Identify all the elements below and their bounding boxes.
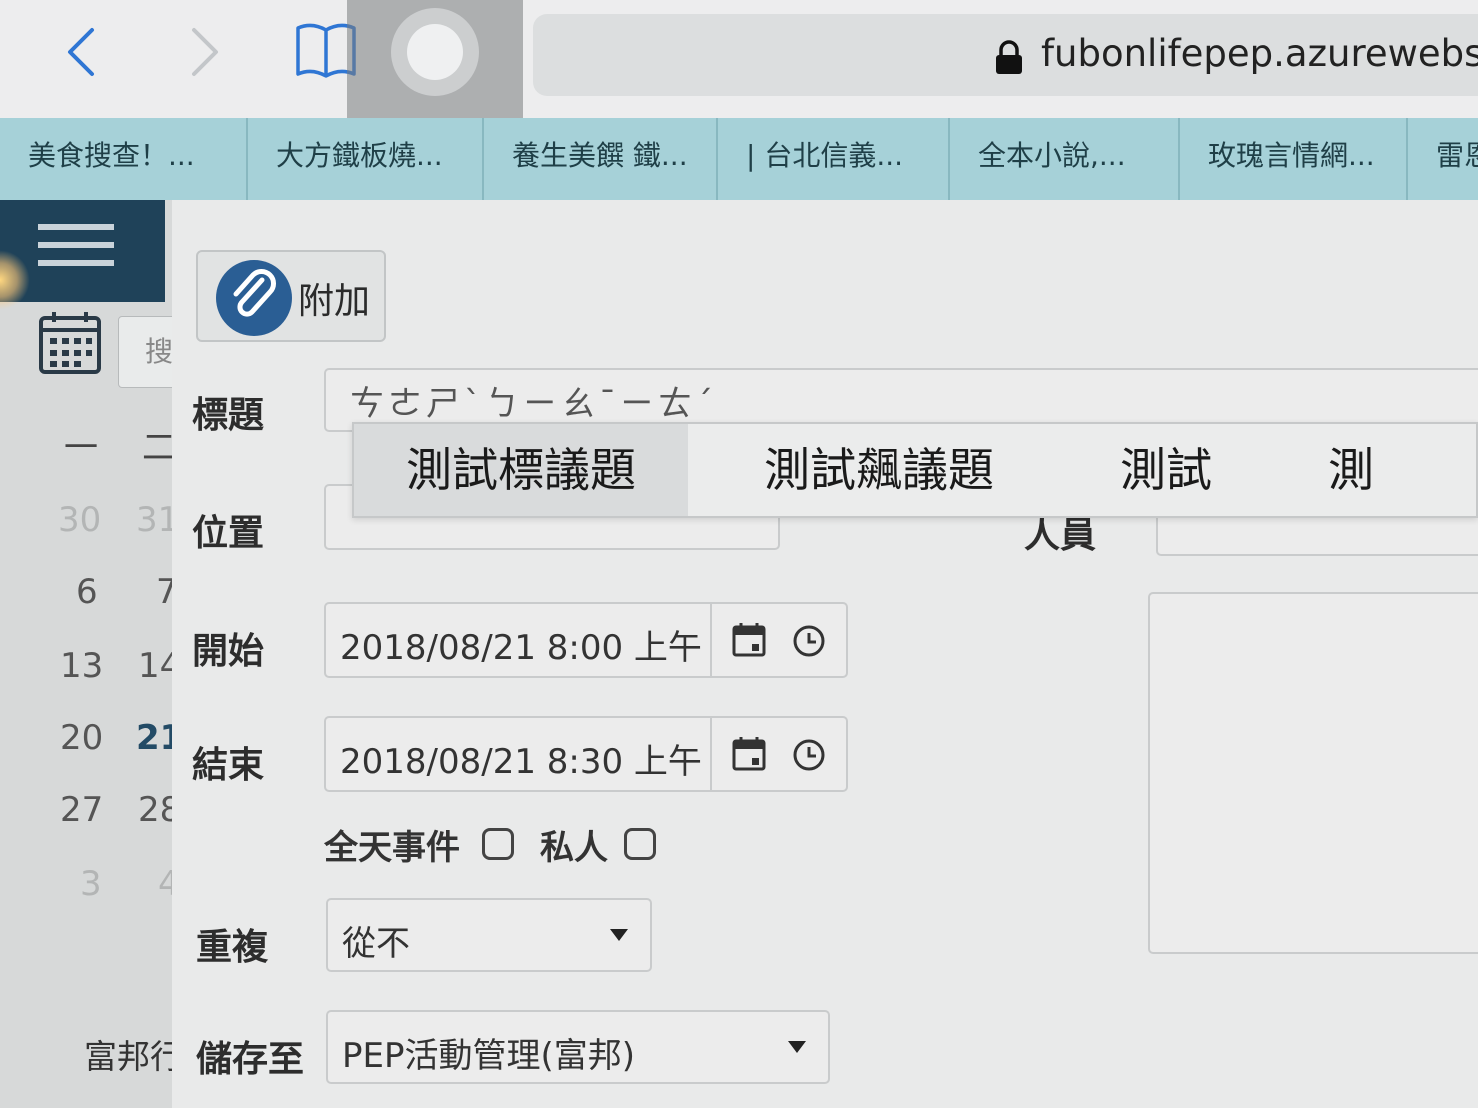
forward-icon[interactable]: [180, 22, 230, 82]
ime-candidate-selected[interactable]: 測試標議題: [354, 424, 688, 516]
assistive-touch-button[interactable]: [347, 0, 523, 136]
lock-icon: [996, 40, 1022, 74]
private-checkbox[interactable]: [624, 828, 656, 860]
save-to-value: PEP活動管理(富邦): [342, 1036, 636, 1076]
clock-icon[interactable]: [792, 624, 826, 658]
end-datetime-input[interactable]: 2018/08/21 8:30 上午: [324, 716, 848, 792]
calendar-day[interactable]: 13: [60, 646, 103, 686]
calendar-day[interactable]: 20: [60, 718, 103, 758]
bookmark-item[interactable]: 全本小說,...: [950, 118, 1180, 200]
end-label: 結束: [192, 745, 265, 786]
calendar-icon[interactable]: [732, 736, 766, 772]
calendar-day[interactable]: 6: [76, 572, 98, 612]
ime-composition-text: ㄘㄜㄕˋㄅㄧㄠˉㄧㄊˊ: [350, 384, 717, 424]
bookmarks-bar: 美食搜查！... 大方鐵板燒... 養生美饌 鐵... | 台北信義... 全本…: [0, 118, 1478, 202]
notes-textarea[interactable]: [1148, 592, 1478, 954]
paperclip-icon: [216, 260, 292, 336]
weekday-label: 二: [142, 428, 176, 468]
url-bar[interactable]: fubonlifepep.azurewebsit: [533, 14, 1478, 96]
calendar-sidebar: 搜 一 二 30 31 6 7 13 14 20 21 27 28 3 4 富邦…: [0, 200, 183, 1108]
ime-candidate-bar: 測試標議題 測試飆議題 測試 測: [352, 422, 1478, 518]
calendar-icon[interactable]: [732, 622, 766, 658]
bookmark-item[interactable]: 大方鐵板燒...: [248, 118, 484, 200]
calendar-day[interactable]: 30: [58, 500, 101, 540]
clock-icon[interactable]: [792, 738, 826, 772]
repeat-label: 重複: [196, 927, 269, 968]
browser-toolbar: fubonlifepep.azurewebsit: [0, 0, 1478, 118]
save-to-label: 儲存至: [196, 1039, 305, 1080]
ime-candidate[interactable]: 測試: [1120, 424, 1212, 516]
calendar-day[interactable]: 27: [60, 790, 103, 830]
attach-label: 附加: [298, 281, 371, 322]
weekday-label: 一: [64, 428, 98, 468]
bookmark-item[interactable]: 玫瑰言情網...: [1180, 118, 1408, 200]
dropdown-caret-icon: [788, 1041, 806, 1053]
sidebar-footer-label[interactable]: 富邦行: [84, 1030, 183, 1078]
bookmark-item[interactable]: 美食搜查！...: [0, 118, 248, 200]
assistive-touch-icon: [391, 8, 479, 96]
start-datetime-input[interactable]: 2018/08/21 8:00 上午: [324, 602, 848, 678]
repeat-value: 從不: [342, 924, 410, 964]
repeat-select[interactable]: 從不: [326, 898, 652, 972]
back-icon[interactable]: [56, 22, 106, 82]
start-label: 開始: [192, 631, 265, 672]
calendar-icon[interactable]: [38, 310, 102, 376]
allday-checkbox[interactable]: [482, 828, 514, 860]
attach-button[interactable]: 附加: [196, 250, 386, 342]
end-picker-buttons: [710, 718, 848, 790]
allday-label: 全天事件: [324, 828, 460, 868]
ime-candidate[interactable]: 測: [1328, 424, 1374, 516]
save-to-select[interactable]: PEP活動管理(富邦): [326, 1010, 830, 1084]
end-datetime-value: 2018/08/21 8:30 上午: [340, 742, 702, 782]
bookmark-item[interactable]: | 台北信義...: [718, 118, 950, 200]
ime-candidate[interactable]: 測試飆議題: [764, 424, 994, 516]
dropdown-caret-icon: [610, 929, 628, 941]
location-label: 位置: [192, 513, 265, 554]
url-text: fubonlifepep.azurewebsit: [1041, 32, 1478, 75]
calendar-day[interactable]: 3: [80, 864, 102, 904]
start-picker-buttons: [710, 604, 848, 676]
bookmark-item[interactable]: 雷恩: [1408, 118, 1478, 200]
menu-icon[interactable]: [38, 224, 114, 266]
private-label: 私人: [540, 828, 608, 868]
bookmark-item[interactable]: 養生美饌 鐵...: [484, 118, 718, 200]
title-label: 標題: [192, 395, 265, 436]
search-button[interactable]: 搜: [118, 316, 180, 388]
event-form: 附加 標題 ㄘㄜㄕˋㄅㄧㄠˉㄧㄊˊ 位置 人員 測試標議題 測試飆議題 測試 測…: [172, 200, 1478, 1108]
start-datetime-value: 2018/08/21 8:00 上午: [340, 628, 702, 668]
